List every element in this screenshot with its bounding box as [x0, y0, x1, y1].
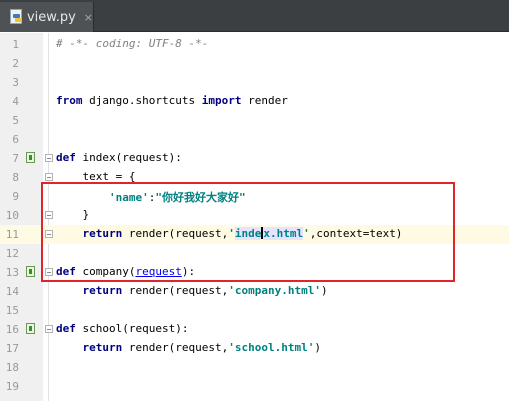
comment: # -*- coding: UTF-8 -*- — [56, 37, 209, 50]
code-text: } — [56, 208, 90, 221]
code-line[interactable]: 1 # -*- coding: UTF-8 -*- — [0, 35, 509, 54]
function-signature: school(request): — [75, 322, 189, 335]
keyword: def — [56, 151, 76, 164]
line-number: 19 — [5, 380, 19, 393]
code-line[interactable]: 4 from django.shortcuts import render — [0, 92, 509, 111]
fold-toggle-icon[interactable] — [45, 325, 53, 333]
line-number: 11 — [5, 228, 19, 241]
code-line[interactable]: 12 — [0, 244, 509, 263]
keyword: return — [82, 227, 123, 240]
line-number: 7 — [12, 152, 19, 165]
line-number: 6 — [12, 133, 19, 146]
code-line[interactable]: 6 — [0, 130, 509, 149]
python-file-icon — [10, 9, 22, 25]
line-number: 4 — [12, 95, 19, 108]
keyword: from — [56, 94, 83, 107]
string-literal: x.html — [263, 227, 304, 240]
code-line[interactable]: 7 def index(request): — [0, 149, 509, 168]
line-number: 8 — [12, 171, 19, 184]
overrides-marker-icon[interactable] — [26, 266, 35, 277]
identifier: render — [241, 94, 288, 107]
code-line[interactable]: 17 return render(request,'school.html') — [0, 339, 509, 358]
code-line[interactable]: 9 'name':"你好我好大家好" — [0, 187, 509, 206]
fold-toggle-icon[interactable] — [45, 268, 53, 276]
code-line[interactable]: 13 def company(request): — [0, 263, 509, 282]
line-number: 9 — [12, 190, 19, 203]
line-number: 1 — [12, 38, 19, 51]
close-tab-icon[interactable]: × — [84, 11, 93, 24]
line-number: 17 — [5, 342, 19, 355]
keyword: return — [82, 284, 123, 297]
tab-label: view.py — [26, 9, 76, 25]
code-line[interactable]: 2 — [0, 54, 509, 73]
line-number: 2 — [12, 57, 19, 70]
code-line[interactable]: 16 def school(request): — [0, 320, 509, 339]
line-number: 13 — [5, 266, 19, 279]
parameter-link[interactable]: request — [135, 265, 181, 278]
string-literal: 'school.html' — [228, 341, 315, 354]
fold-toggle-icon[interactable] — [45, 154, 53, 162]
code-text: text = { — [56, 170, 136, 183]
code-line[interactable]: 3 — [0, 73, 509, 92]
line-number: 18 — [5, 361, 19, 374]
string-literal: 'name' — [108, 191, 149, 204]
line-number: 3 — [12, 76, 19, 89]
fold-toggle-icon[interactable] — [45, 211, 53, 219]
fold-toggle-icon[interactable] — [45, 173, 53, 181]
keyword: import — [201, 94, 242, 107]
tab-view-py[interactable]: view.py × — [0, 2, 94, 32]
code-line[interactable]: 15 — [0, 301, 509, 320]
code-line[interactable]: 8 text = { — [0, 168, 509, 187]
editor-tab-bar: view.py × — [0, 0, 509, 32]
line-number: 14 — [5, 285, 19, 298]
code-line[interactable]: 18 — [0, 358, 509, 377]
line-number: 15 — [5, 304, 19, 317]
overrides-marker-icon[interactable] — [26, 323, 35, 334]
line-number: 12 — [5, 247, 19, 260]
string-literal: 'company.html' — [228, 284, 321, 297]
code-line[interactable]: 10 } — [0, 206, 509, 225]
keyword: def — [56, 322, 76, 335]
function-signature: index(request): — [75, 151, 182, 164]
line-number: 16 — [5, 323, 19, 336]
line-number: 5 — [12, 114, 19, 127]
keyword: return — [82, 341, 123, 354]
code-line[interactable]: 5 — [0, 111, 509, 130]
code-line[interactable]: 19 — [0, 377, 509, 396]
module-name: django.shortcuts — [82, 94, 202, 107]
code-editor[interactable]: 1 # -*- coding: UTF-8 -*- 2 3 4 from dja… — [0, 33, 509, 401]
overrides-marker-icon[interactable] — [26, 152, 35, 163]
fold-toggle-icon[interactable] — [45, 230, 53, 238]
string-literal: "你好我好大家好" — [155, 191, 246, 204]
current-code-line[interactable]: 11 return render(request,'inde x.html',co… — [0, 225, 509, 244]
keyword: def — [56, 265, 76, 278]
string-literal: inde — [234, 227, 262, 240]
line-number: 10 — [5, 209, 19, 222]
code-line[interactable]: 14 return render(request,'company.html') — [0, 282, 509, 301]
